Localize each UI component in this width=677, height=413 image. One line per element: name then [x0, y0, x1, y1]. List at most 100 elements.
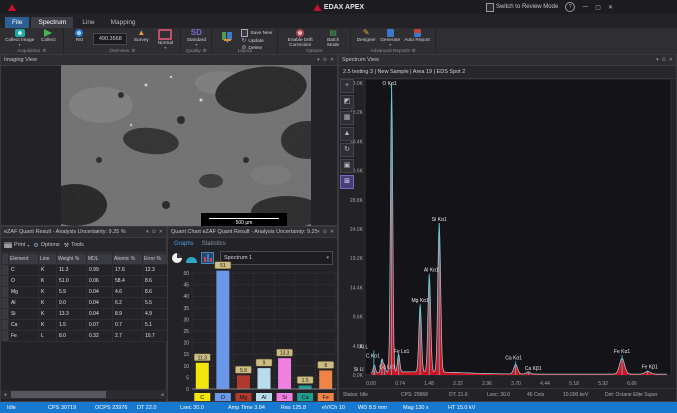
column-header[interactable]: MDL — [86, 253, 113, 265]
live-value-box[interactable]: 490.3568 — [93, 33, 128, 45]
standard-button[interactable]: SD Standard ▾ — [186, 29, 206, 47]
column-header[interactable]: Element — [8, 253, 39, 265]
column-header[interactable]: Atomic % — [112, 253, 143, 265]
batch-mode-button[interactable]: ▤ Batch Mode — [321, 29, 345, 49]
expand-icon[interactable]: + — [340, 79, 354, 93]
scrollbar-thumb[interactable] — [11, 391, 106, 398]
y-tick-label: 5 — [186, 375, 189, 381]
save-new-button[interactable]: Save New — [241, 29, 272, 37]
cell: 51.0 — [56, 275, 87, 287]
refresh-icon[interactable]: ↻ — [340, 143, 354, 157]
group-launcher-icon[interactable]: ⚙ — [203, 48, 207, 53]
periodic-table-icon[interactable]: ⊞ — [340, 175, 354, 189]
close-icon[interactable]: ✕ — [669, 57, 673, 63]
table-row[interactable]: O K 51.0 0.06 58.4 8.6 — [1, 275, 169, 287]
gear-icon: ⚙ — [33, 242, 39, 249]
peaks-icon[interactable]: ▲ — [340, 127, 354, 141]
row-selector[interactable] — [1, 330, 9, 342]
peak-label: Ca Kα1 — [505, 355, 522, 361]
update-button[interactable]: ↻ Update — [241, 38, 272, 44]
pie-chart-icon[interactable] — [172, 253, 182, 263]
cell: K — [38, 297, 57, 309]
x-tick-label: 1.48 — [424, 381, 434, 387]
enable-drift-correction-button[interactable]: Enable Drift Correction — [283, 29, 317, 49]
select-region-icon[interactable]: ◩ — [340, 95, 354, 109]
close-icon[interactable]: ✕ — [330, 57, 334, 63]
pin-icon[interactable]: ⊙ — [323, 57, 327, 63]
table-row[interactable]: Mg K 5.9 0.04 4.6 8.6 — [1, 286, 169, 298]
row-selector[interactable] — [1, 319, 9, 331]
collect-image-button[interactable]: Collect Image ▾ — [5, 29, 34, 47]
table-row[interactable]: Si K 13.3 0.04 8.9 4.9 — [1, 308, 169, 320]
close-button[interactable]: ✕ — [608, 4, 613, 11]
row-selector[interactable] — [1, 286, 9, 298]
bar-Mg — [236, 375, 250, 389]
table-row[interactable]: C K 11.3 0.99 17.6 12.3 — [1, 264, 169, 276]
tab-line[interactable]: Line — [75, 17, 101, 28]
column-header[interactable]: Weight % — [56, 253, 87, 265]
grid-view-icon[interactable]: ▦ — [340, 111, 354, 125]
help-icon[interactable]: ? — [565, 2, 576, 12]
collapse-icon[interactable]: ▾ — [317, 57, 320, 63]
restore-button[interactable]: ▢ — [595, 4, 601, 11]
x-tick-label: Ca — [302, 395, 310, 401]
sem-image[interactable]: 500 µm — [61, 65, 311, 231]
new-document-icon — [241, 29, 249, 37]
cell: 8.6 — [142, 275, 169, 287]
collapse-icon[interactable]: ▾ — [656, 57, 659, 63]
print-button[interactable]: Print ▾ — [4, 242, 29, 248]
normal-button[interactable]: Normal ▾ — [155, 29, 175, 50]
row-selector[interactable] — [1, 297, 9, 309]
switch-to-review-mode-button[interactable]: Switch to Review Mode — [485, 2, 558, 12]
survey-button[interactable]: ▲ Survey — [131, 29, 151, 44]
save-icon[interactable]: ▣ — [340, 159, 354, 173]
value-label: 5.9 — [240, 368, 247, 374]
designer-icon: ✎ — [362, 28, 370, 37]
scroll-left-icon[interactable]: ◂ — [1, 392, 9, 398]
row-selector[interactable] — [1, 264, 9, 276]
pin-icon[interactable]: ⊙ — [323, 229, 327, 235]
row-selector[interactable] — [1, 308, 9, 320]
tab-spectrum[interactable]: Spectrum — [31, 17, 74, 28]
table-row[interactable]: Fe L 8.0 0.32 2.7 10.7 — [1, 330, 169, 342]
cell: 6.2 — [112, 297, 143, 309]
collapse-icon[interactable]: ▾ — [146, 229, 149, 235]
status-item: OCPS 23976 — [95, 404, 128, 411]
table-header-row: Element Line Weight % MDL Atomic % Error % — [1, 253, 169, 265]
close-icon[interactable]: ✕ — [159, 229, 163, 235]
gauge-chart-icon[interactable] — [186, 256, 197, 263]
tab-mapping[interactable]: Mapping — [104, 17, 143, 28]
table-row[interactable]: Al K 9.0 0.04 6.2 5.5 — [1, 297, 169, 309]
close-icon[interactable]: ✕ — [330, 229, 334, 235]
column-header[interactable]: Error % — [142, 253, 169, 265]
horizontal-scrollbar[interactable]: ◂ ▸ — [1, 390, 167, 399]
y-tick-label: 19.2K — [350, 256, 364, 262]
group-launcher-icon[interactable]: ⚙ — [131, 48, 135, 53]
imaging-view-panel: Imaging View ▾ ⊙ ✕ 500 µm — [0, 54, 338, 231]
collapse-icon[interactable]: ▾ — [317, 229, 320, 235]
designer-button[interactable]: ✎ Designer — [356, 28, 376, 44]
tab-file[interactable]: File — [5, 17, 30, 28]
tab-graphs[interactable]: Graphs — [174, 241, 194, 247]
generate-button[interactable]: Generate ▾ — [380, 29, 400, 47]
cell: 13.3 — [56, 308, 87, 320]
collect-button[interactable]: Collect — [38, 29, 58, 43]
bar-chart-icon[interactable] — [201, 252, 214, 264]
layout-button[interactable]: ▾ — [217, 32, 237, 44]
pin-icon[interactable]: ⊙ — [152, 229, 156, 235]
tools-button[interactable]: ⚒ Tools — [64, 242, 84, 249]
auto-report-button[interactable]: Auto Report — [404, 29, 430, 43]
pin-icon[interactable]: ⊙ — [662, 57, 666, 63]
y-tick-label: 0 — [186, 387, 189, 393]
spectrum-selector-dropdown[interactable]: Spectrum 1 ▾ — [220, 251, 333, 265]
column-header[interactable]: Line — [38, 253, 57, 265]
scroll-right-icon[interactable]: ▸ — [159, 392, 167, 398]
table-row[interactable]: Ca K 1.5 0.07 0.7 5.1 — [1, 319, 169, 331]
row-selector[interactable] — [1, 275, 9, 287]
minimize-button[interactable]: — — [582, 4, 588, 10]
rst-button[interactable]: Rst — [69, 29, 89, 43]
group-launcher-icon[interactable]: ⚙ — [42, 48, 46, 53]
options-button[interactable]: ⚙ Options — [33, 242, 59, 249]
tab-statistics[interactable]: Statistics — [202, 241, 226, 247]
group-launcher-icon[interactable]: ⚙ — [412, 48, 416, 53]
